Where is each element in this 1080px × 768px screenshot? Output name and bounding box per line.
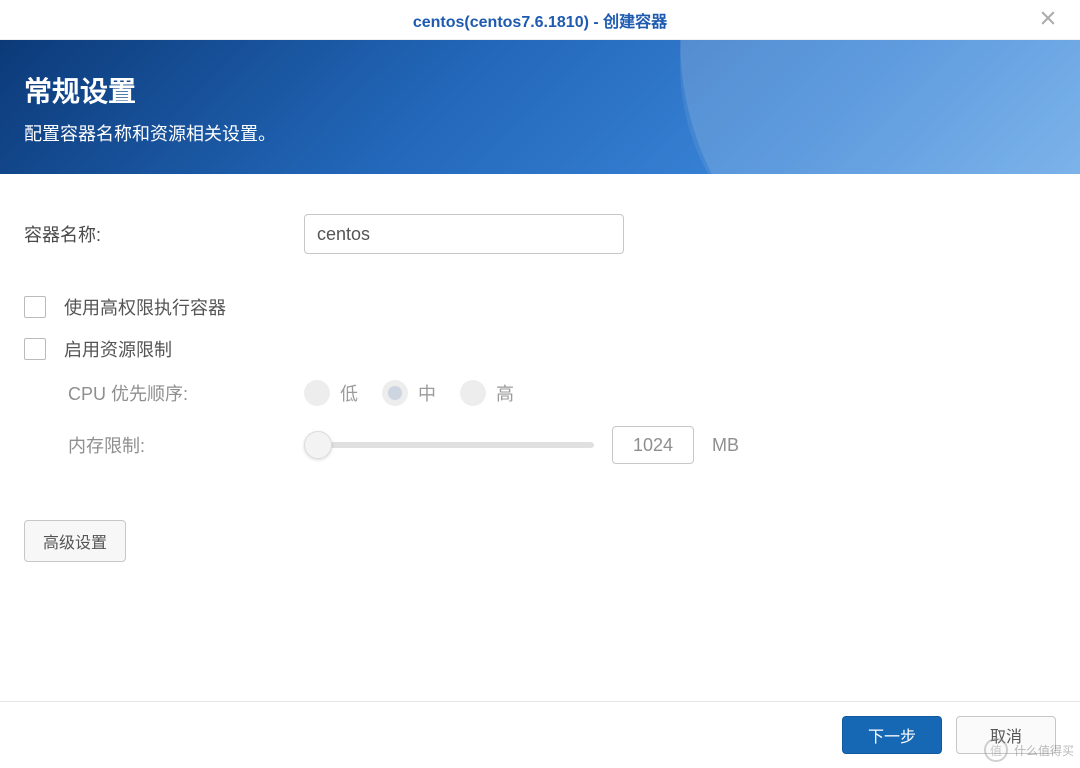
memory-limit-row: 内存限制: MB	[24, 426, 1056, 464]
cpu-radio-low[interactable]	[304, 380, 330, 406]
next-button[interactable]: 下一步	[842, 716, 942, 754]
footer: 下一步 取消	[0, 701, 1080, 768]
memory-slider-wrap: MB	[304, 426, 739, 464]
resource-limit-label: 启用资源限制	[64, 336, 172, 362]
cpu-radio-low-label: 低	[340, 380, 358, 406]
advanced-settings-button[interactable]: 高级设置	[24, 520, 126, 562]
banner-heading: 常规设置	[24, 70, 1056, 110]
cpu-radio-high[interactable]	[460, 380, 486, 406]
high-privilege-checkbox[interactable]	[24, 296, 46, 318]
cpu-priority-row: CPU 优先顺序: 低 中 高	[24, 380, 1056, 406]
cancel-button[interactable]: 取消	[956, 716, 1056, 754]
memory-slider-track	[304, 442, 594, 448]
memory-unit: MB	[712, 435, 739, 456]
cpu-priority-label: CPU 优先顺序:	[24, 380, 304, 406]
cpu-radio-group: 低 中 高	[304, 380, 528, 406]
banner-subheading: 配置容器名称和资源相关设置。	[24, 120, 1056, 146]
memory-slider[interactable]	[304, 432, 594, 458]
cpu-radio-high-label: 高	[496, 380, 514, 406]
cpu-radio-mid-label: 中	[418, 380, 436, 406]
high-privilege-label: 使用高权限执行容器	[64, 294, 226, 320]
resource-limit-row: 启用资源限制	[24, 336, 1056, 362]
container-name-input[interactable]	[304, 214, 624, 254]
memory-slider-thumb[interactable]	[304, 431, 332, 459]
resource-limit-checkbox[interactable]	[24, 338, 46, 360]
container-name-label: 容器名称:	[24, 221, 304, 247]
resource-sub-group: CPU 优先顺序: 低 中 高 内存限制: MB	[24, 380, 1056, 464]
memory-input[interactable]	[612, 426, 694, 464]
memory-limit-label: 内存限制:	[24, 432, 304, 458]
cpu-radio-mid[interactable]	[382, 380, 408, 406]
window-title: centos(centos7.6.1810) - 创建容器	[413, 8, 667, 32]
banner: 常规设置 配置容器名称和资源相关设置。	[0, 40, 1080, 174]
